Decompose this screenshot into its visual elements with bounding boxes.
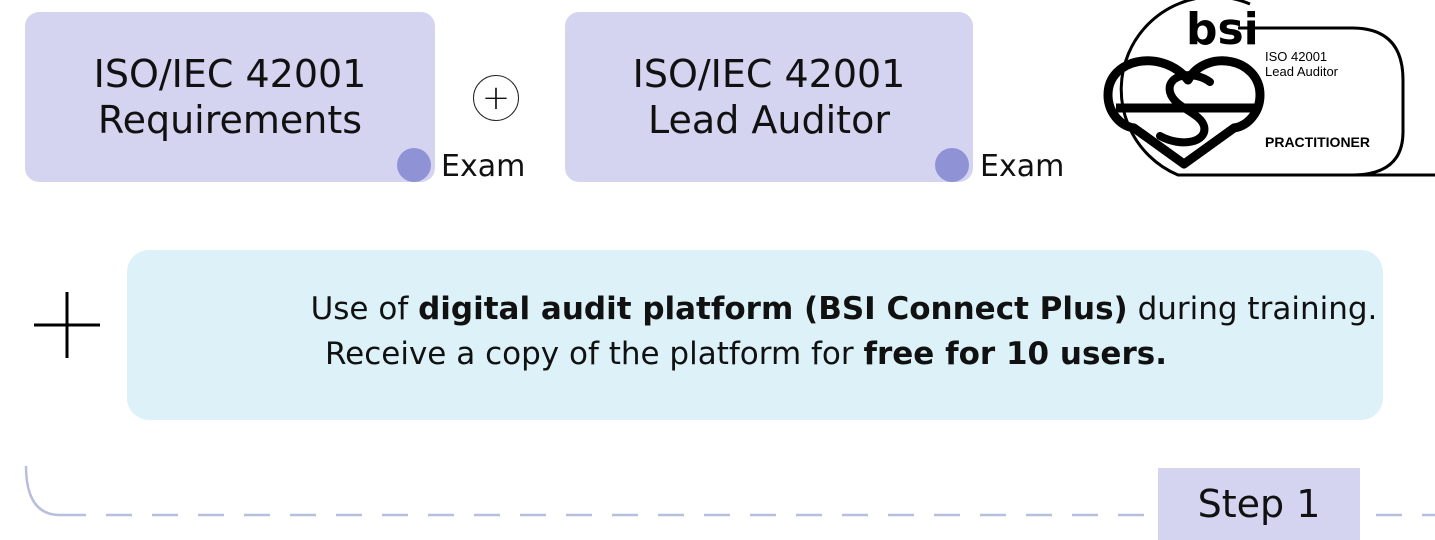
- course-title-line1: ISO/IEC 42001: [93, 52, 367, 96]
- plus-circle-icon: +: [473, 75, 519, 121]
- benefit-text: Use of: [310, 291, 419, 327]
- step-label-text: Step 1: [1197, 482, 1321, 526]
- course-title-line1: ISO/IEC 42001: [632, 52, 906, 96]
- platform-benefit-callout: Use of digital audit platform (BSI Conne…: [127, 250, 1383, 420]
- bsi-logo-text: bsi: [1186, 4, 1259, 55]
- badge-cert-line1: ISO 42001: [1265, 49, 1327, 64]
- exam-label: Exam: [441, 149, 526, 184]
- exam-label: Exam: [980, 149, 1065, 184]
- course-card-lead-auditor: ISO/IEC 42001 Lead Auditor: [565, 12, 973, 182]
- course-title-line2: Requirements: [97, 98, 363, 142]
- plus-symbol: +: [481, 78, 511, 118]
- course-card-requirements: ISO/IEC 42001 Requirements: [25, 12, 435, 182]
- benefit-text: during training.: [1127, 291, 1378, 327]
- benefit-highlight: digital audit platform (BSI Connect Plus…: [418, 291, 1128, 327]
- plus-icon: [34, 292, 100, 358]
- benefit-line2: Receive a copy of the platform for free …: [325, 332, 1167, 377]
- badge-level: PRACTITIONER: [1265, 134, 1370, 150]
- exam-dot-icon: [397, 148, 431, 182]
- benefit-highlight: free for 10 users.: [863, 336, 1167, 372]
- kitemark-heart-icon: [1103, 56, 1265, 169]
- step-label: Step 1: [1158, 468, 1360, 540]
- bsi-certification-badge: bsi ISO 42001 Lead Auditor PRACTITIONER: [1103, 0, 1435, 177]
- course-title-line2: Lead Auditor: [648, 98, 890, 142]
- benefit-text: Receive a copy of the platform for: [325, 336, 864, 372]
- exam-dot-icon: [935, 148, 969, 182]
- badge-cert-line2: Lead Auditor: [1265, 64, 1339, 79]
- benefit-line1: Use of digital audit platform (BSI Conne…: [311, 287, 1378, 332]
